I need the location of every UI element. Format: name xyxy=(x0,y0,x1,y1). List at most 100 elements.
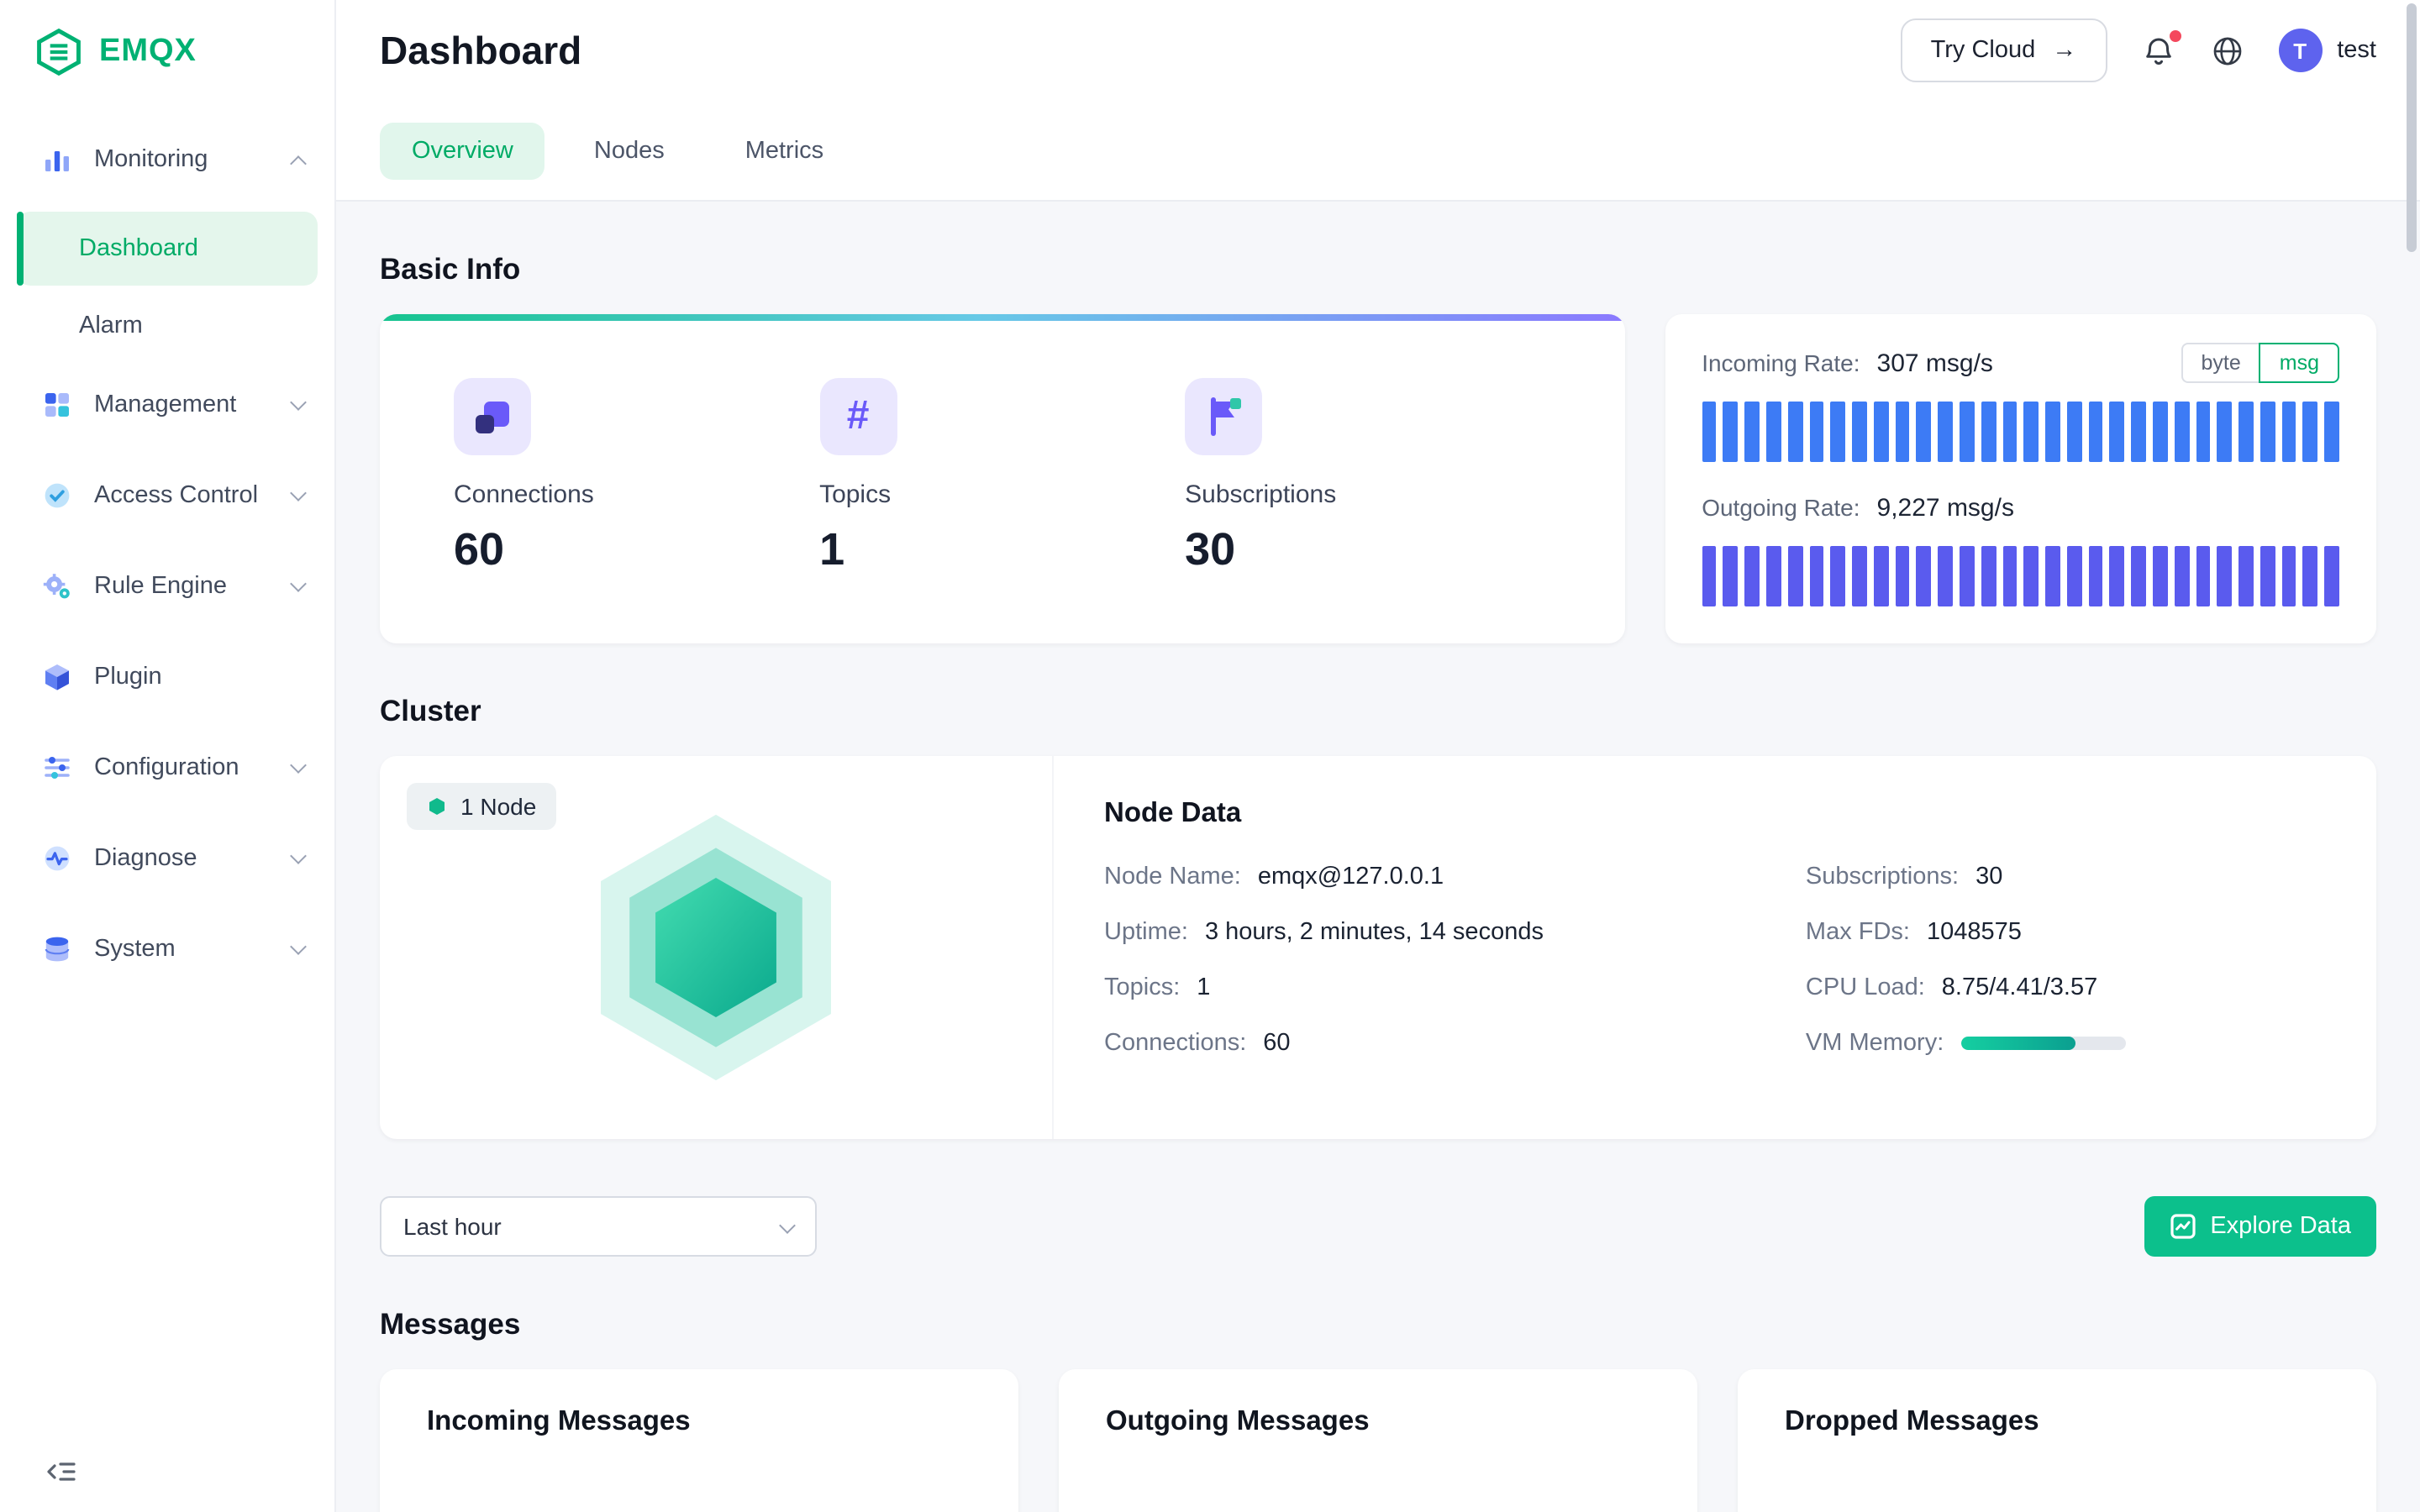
node-count-badge: 1 Node xyxy=(407,783,556,830)
notification-dot xyxy=(2169,29,2181,41)
messages-heading: Messages xyxy=(380,1307,2376,1342)
rate-bar xyxy=(1895,402,1910,462)
management-icon xyxy=(42,390,72,420)
tab-nodes[interactable]: Nodes xyxy=(562,122,697,179)
rate-bar xyxy=(2175,546,2190,606)
sidebar-item-label: Rule Engine xyxy=(94,573,227,600)
sidebar-item-alarm[interactable]: Alarm xyxy=(17,289,318,363)
try-cloud-label: Try Cloud xyxy=(1931,37,2036,64)
incoming-rate-value: 307 msg/s xyxy=(1877,349,1993,377)
sidebar-item-monitoring[interactable]: Monitoring xyxy=(0,121,334,198)
sidebar-item-system[interactable]: System xyxy=(0,911,334,988)
rate-bar xyxy=(1809,402,1824,462)
tabbar: Overview Nodes Metrics xyxy=(336,101,2420,202)
vm-memory-progress xyxy=(1960,1037,2125,1050)
sidebar-item-label: Management xyxy=(94,391,236,418)
sidebar-subitem-label: Alarm xyxy=(79,312,143,339)
explore-data-button[interactable]: Explore Data xyxy=(2144,1196,2376,1257)
emqx-dashboard-app: EMQX Monitoring Dashboard Alarm xyxy=(0,0,2420,1512)
time-range-select[interactable]: Last hour xyxy=(380,1196,817,1257)
sidebar-item-diagnose[interactable]: Diagnose xyxy=(0,820,334,897)
rate-bar xyxy=(2067,402,2082,462)
sidebar-item-label: Plugin xyxy=(94,664,162,690)
rate-bar xyxy=(1917,546,1932,606)
rate-bar xyxy=(1809,546,1824,606)
node-data-grid: Node Name: emqx@127.0.0.1 Uptime: 3 hour… xyxy=(1104,864,2326,1057)
field-vm-memory: VM Memory: xyxy=(1806,1030,2326,1057)
try-cloud-button[interactable]: Try Cloud → xyxy=(1901,18,2107,82)
outgoing-rate-label: Outgoing Rate: xyxy=(1702,494,1860,521)
sidebar-nav: Monitoring Dashboard Alarm Management xyxy=(0,121,334,1001)
sidebar-item-access-control[interactable]: Access Control xyxy=(0,457,334,534)
content: Basic Info Connections 60 xyxy=(336,202,2420,1512)
user-menu[interactable]: T test xyxy=(2278,29,2376,72)
sidebar-item-management[interactable]: Management xyxy=(0,366,334,444)
hash-glyph: # xyxy=(847,393,870,440)
sidebar-item-label: Access Control xyxy=(94,482,258,509)
cluster-heading: Cluster xyxy=(380,694,2376,729)
chevron-down-icon xyxy=(290,848,307,864)
main-area: Dashboard Try Cloud → xyxy=(336,0,2420,1512)
emqx-logo[interactable]: EMQX xyxy=(0,0,334,104)
rate-bar xyxy=(2281,402,2296,462)
chevron-down-icon xyxy=(290,757,307,774)
collapse-sidebar-button[interactable] xyxy=(44,1455,77,1488)
rate-bar xyxy=(1938,546,1953,606)
rate-bar xyxy=(1852,402,1867,462)
stat-label: Connections xyxy=(454,480,594,509)
tab-overview[interactable]: Overview xyxy=(380,122,545,179)
rate-bar xyxy=(2024,546,2039,606)
stat-label: Topics xyxy=(819,480,891,509)
field-subscriptions: Subscriptions: 30 xyxy=(1806,864,2326,890)
rate-bar xyxy=(2260,546,2275,606)
sidebar-item-configuration[interactable]: Configuration xyxy=(0,729,334,806)
rate-bar xyxy=(2238,402,2254,462)
sidebar-item-label: Configuration xyxy=(94,754,239,781)
chevron-down-icon xyxy=(290,394,307,411)
rate-bar xyxy=(1723,546,1739,606)
rate-bar xyxy=(2110,546,2125,606)
rate-bar xyxy=(2131,402,2146,462)
outgoing-rate-chart xyxy=(1702,546,2339,606)
stat-value: 60 xyxy=(454,524,504,576)
stat-value: 30 xyxy=(1185,524,1235,576)
node-data-left-column: Node Name: emqx@127.0.0.1 Uptime: 3 hour… xyxy=(1104,864,1728,1057)
field-cpu-load: CPU Load: 8.75/4.41/3.57 xyxy=(1806,974,2326,1001)
sidebar-item-label: Monitoring xyxy=(94,146,208,173)
sidebar-item-rule-engine[interactable]: Rule Engine xyxy=(0,548,334,625)
controls-row: Last hour Explore Data xyxy=(380,1196,2376,1257)
unit-toggle-msg[interactable]: msg xyxy=(2260,343,2339,383)
sidebar-item-dashboard[interactable]: Dashboard xyxy=(17,212,318,286)
sidebar-item-plugin[interactable]: Plugin xyxy=(0,638,334,716)
notifications-button[interactable] xyxy=(2140,33,2175,68)
rate-bar xyxy=(2067,546,2082,606)
incoming-messages-card: Incoming Messages xyxy=(380,1369,1018,1512)
incoming-rate-label: Incoming Rate: xyxy=(1702,349,1860,376)
cluster-node-hexagon[interactable] xyxy=(573,806,859,1089)
rate-bar xyxy=(2196,402,2211,462)
card-title: Incoming Messages xyxy=(427,1406,971,1438)
node-count-label: 1 Node xyxy=(460,793,536,820)
avatar: T xyxy=(2278,29,2322,72)
rate-bar xyxy=(2024,402,2039,462)
sidebar-item-label: System xyxy=(94,936,176,963)
system-icon xyxy=(42,934,72,964)
rate-bar xyxy=(1831,546,1846,606)
rate-bar xyxy=(1874,402,1889,462)
scrollbar-thumb[interactable] xyxy=(2407,3,2417,252)
field-connections: Connections: 60 xyxy=(1104,1030,1728,1057)
rate-bar xyxy=(2238,546,2254,606)
rate-bar xyxy=(1766,546,1781,606)
messages-row: Incoming Messages Outgoing Messages Drop… xyxy=(380,1369,2376,1512)
rate-bar xyxy=(1702,402,1717,462)
tab-metrics[interactable]: Metrics xyxy=(713,122,855,179)
language-button[interactable] xyxy=(2209,33,2244,68)
rate-bar xyxy=(2088,402,2103,462)
rate-bar xyxy=(1831,402,1846,462)
rate-bar xyxy=(2325,546,2340,606)
unit-toggle-byte[interactable]: byte xyxy=(2181,343,2259,383)
sidebar: EMQX Monitoring Dashboard Alarm xyxy=(0,0,336,1512)
field-max-fds: Max FDs: 1048575 xyxy=(1806,919,2326,946)
subscriptions-icon xyxy=(1185,378,1262,455)
rate-bar xyxy=(1917,402,1932,462)
